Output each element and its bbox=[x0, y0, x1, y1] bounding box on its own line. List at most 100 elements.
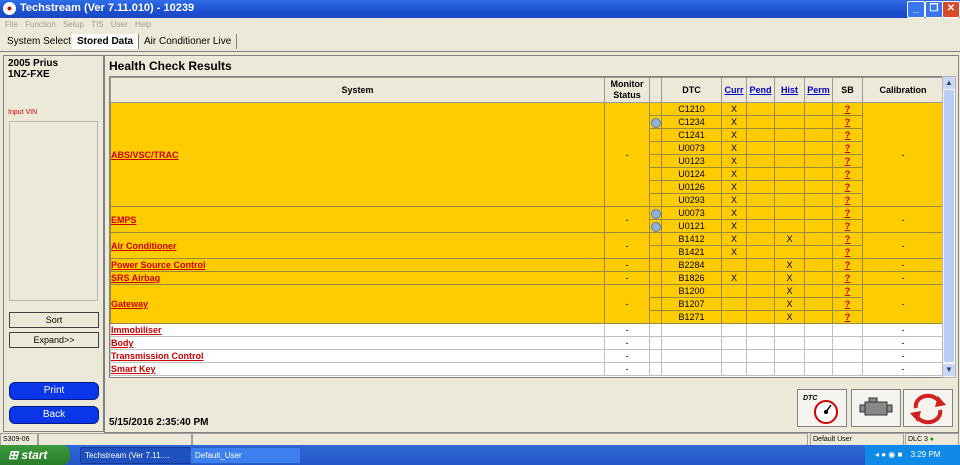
table-row: Immobiliser - - bbox=[110, 323, 943, 337]
icon-cell bbox=[649, 180, 662, 194]
curr-cell bbox=[721, 310, 747, 324]
sb-link[interactable]: ? bbox=[845, 195, 851, 205]
menu-function[interactable]: Function bbox=[25, 20, 56, 29]
sb-link[interactable]: ? bbox=[845, 117, 851, 127]
tab-air-conditioner-live[interactable]: Air Conditioner Live bbox=[139, 34, 238, 49]
sb-link[interactable]: ? bbox=[845, 169, 851, 179]
tab-stored-data[interactable]: Stored Data bbox=[72, 34, 140, 49]
calibration-cell: - bbox=[862, 336, 943, 350]
sb-link[interactable]: ? bbox=[845, 221, 851, 231]
system-link-power-source-control[interactable]: Power Source Control bbox=[112, 260, 206, 270]
dtc-check-button[interactable]: DTC bbox=[797, 389, 847, 427]
start-button[interactable]: ⊞ start bbox=[0, 445, 70, 465]
sb-link[interactable]: ? bbox=[845, 234, 851, 244]
perm-cell bbox=[804, 297, 833, 311]
scroll-up-icon[interactable]: ▲ bbox=[943, 77, 955, 89]
header-pend-link[interactable]: Pend bbox=[749, 85, 771, 95]
system-link-emps[interactable]: EMPS bbox=[112, 215, 137, 225]
minimize-button[interactable]: _ bbox=[907, 1, 925, 18]
calibration-cell: - bbox=[862, 258, 943, 272]
pend-cell bbox=[746, 310, 775, 324]
pend-cell bbox=[746, 349, 775, 363]
monitor-status-cell: - bbox=[604, 284, 650, 324]
scroll-thumb[interactable] bbox=[944, 90, 954, 362]
hist-cell bbox=[774, 167, 805, 181]
menu-setup[interactable]: Setup bbox=[63, 20, 84, 29]
vin-input[interactable] bbox=[9, 121, 98, 301]
header-perm-link[interactable]: Perm bbox=[807, 85, 830, 95]
sb-cell: ? bbox=[832, 154, 863, 168]
menu-file[interactable]: File bbox=[5, 20, 18, 29]
sb-link[interactable]: ? bbox=[845, 104, 851, 114]
sb-link[interactable]: ? bbox=[845, 312, 851, 322]
menu-tis[interactable]: TIS bbox=[91, 20, 103, 29]
main-panel: Health Check Results System Monitor Stat… bbox=[104, 55, 959, 433]
dtc-cell: U0124 bbox=[661, 167, 722, 181]
dtc-cell: U0123 bbox=[661, 154, 722, 168]
icon-cell bbox=[649, 284, 662, 298]
pend-cell bbox=[746, 336, 775, 350]
dtc-cell: B1200 bbox=[661, 284, 722, 298]
task-techstream[interactable]: Techstream (Ver 7.11.... bbox=[80, 447, 191, 464]
sb-link[interactable]: ? bbox=[845, 260, 851, 270]
hist-cell bbox=[774, 180, 805, 194]
hist-cell bbox=[774, 219, 805, 233]
sb-link[interactable]: ? bbox=[845, 130, 851, 140]
sb-cell bbox=[832, 349, 863, 363]
icon-cell bbox=[649, 271, 662, 285]
sb-link[interactable]: ? bbox=[845, 208, 851, 218]
sb-link[interactable]: ? bbox=[845, 299, 851, 309]
pend-cell bbox=[746, 271, 775, 285]
system-cell: EMPS bbox=[110, 206, 605, 233]
perm-cell bbox=[804, 310, 833, 324]
header-curr-link[interactable]: Curr bbox=[724, 85, 743, 95]
dtc-cell bbox=[661, 349, 722, 363]
print-button[interactable]: Print bbox=[9, 382, 99, 400]
header-hist-link[interactable]: Hist bbox=[781, 85, 798, 95]
sb-cell: ? bbox=[832, 310, 863, 324]
menu-user[interactable]: User bbox=[111, 20, 128, 29]
sb-link[interactable]: ? bbox=[845, 247, 851, 257]
expand-button[interactable]: Expand>> bbox=[9, 332, 99, 348]
perm-cell bbox=[804, 154, 833, 168]
perm-cell bbox=[804, 271, 833, 285]
sb-link[interactable]: ? bbox=[845, 143, 851, 153]
restore-button[interactable]: ❐ bbox=[925, 1, 943, 18]
pend-cell bbox=[746, 167, 775, 181]
sb-link[interactable]: ? bbox=[845, 156, 851, 166]
system-link-body[interactable]: Body bbox=[112, 338, 134, 348]
menu-help[interactable]: Help bbox=[135, 20, 151, 29]
freeze-frame-icon[interactable] bbox=[650, 221, 661, 232]
curr-cell: X bbox=[721, 154, 747, 168]
ecu-button[interactable] bbox=[851, 389, 901, 427]
icon-cell bbox=[649, 206, 662, 220]
sb-link[interactable]: ? bbox=[845, 286, 851, 296]
back-button[interactable]: Back bbox=[9, 406, 99, 424]
freeze-frame-icon[interactable] bbox=[650, 208, 661, 219]
perm-cell bbox=[804, 284, 833, 298]
system-link-gateway[interactable]: Gateway bbox=[112, 299, 149, 309]
system-link-air-conditioner[interactable]: Air Conditioner bbox=[112, 241, 177, 251]
system-link-smart-key[interactable]: Smart Key bbox=[112, 364, 156, 374]
tab-bar: System Select Stored Data Air Conditione… bbox=[0, 32, 960, 52]
system-link-immobiliser[interactable]: Immobiliser bbox=[112, 325, 162, 335]
vertical-scrollbar[interactable]: ▲ ▼ bbox=[942, 76, 956, 378]
window-title: Techstream (Ver 7.11.010) - 10239 bbox=[20, 2, 195, 14]
tab-system-select[interactable]: System Select bbox=[2, 34, 77, 49]
system-link-abs[interactable]: ABS/VSC/TRAC bbox=[112, 150, 179, 160]
freeze-frame-icon[interactable] bbox=[650, 117, 661, 128]
system-link-transmission-control[interactable]: Transmission Control bbox=[112, 351, 204, 361]
system-link-srs-airbag[interactable]: SRS Airbag bbox=[112, 273, 161, 283]
scroll-down-icon[interactable]: ▼ bbox=[943, 364, 955, 376]
clock: 3:29 PM bbox=[910, 450, 941, 459]
sort-button[interactable]: Sort bbox=[9, 312, 99, 328]
sb-link[interactable]: ? bbox=[845, 182, 851, 192]
dtc-cell: U0073 bbox=[661, 206, 722, 220]
task-default-user[interactable]: Default_User bbox=[190, 447, 301, 464]
hist-cell: X bbox=[774, 297, 805, 311]
sb-link[interactable]: ? bbox=[845, 273, 851, 283]
close-button[interactable]: ✕ bbox=[942, 1, 960, 18]
calibration-cell: - bbox=[862, 206, 943, 233]
hist-cell bbox=[774, 206, 805, 220]
refresh-button[interactable] bbox=[903, 389, 953, 427]
